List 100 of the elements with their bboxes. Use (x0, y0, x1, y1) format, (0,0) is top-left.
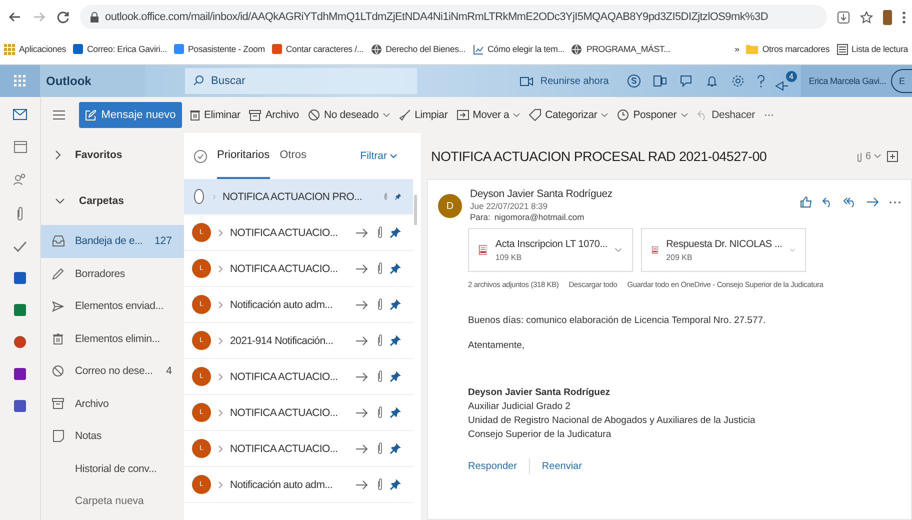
bookmark[interactable]: Contar caracteres /... (272, 44, 364, 54)
reading-list-button[interactable]: Lista de lectura (836, 44, 908, 54)
pin-icon[interactable] (390, 371, 401, 382)
folder-item[interactable]: Notas (41, 420, 184, 452)
back-button[interactable] (8, 10, 22, 24)
folder-item[interactable]: Correo no dese... 4 (41, 355, 184, 388)
undo-icon (696, 110, 708, 120)
folders-header[interactable]: Carpetas (79, 195, 124, 207)
announcements-button[interactable]: 4 (774, 71, 797, 91)
note-icon (52, 430, 64, 442)
tab[interactable]: Otros (280, 133, 306, 179)
new-message-button[interactable]: Mensaje nuevo (79, 102, 182, 128)
toolbar-button[interactable]: Archivo (249, 109, 299, 121)
pin-icon[interactable] (390, 443, 401, 454)
bookmark-folder[interactable]: Otros marcadores (746, 44, 830, 54)
forward-arrow-icon (356, 372, 368, 382)
mail-icon[interactable] (13, 109, 27, 120)
attachment-card[interactable]: Acta Inscripcion LT 1070... 109 KB (468, 228, 633, 272)
onenote-icon[interactable] (14, 368, 26, 380)
more-bookmarks-button[interactable]: » (734, 44, 740, 54)
install-icon[interactable] (837, 10, 850, 24)
recipient[interactable]: nigomora@hotmail.com (494, 212, 584, 222)
folder-item[interactable]: Borradores (41, 258, 184, 290)
meet-now-button[interactable]: Reunirse ahora (520, 76, 609, 86)
reply-all-icon[interactable] (843, 196, 857, 208)
folder-item[interactable]: Bandeja de e... 127 (41, 225, 184, 258)
toolbar-button[interactable]: Posponer (617, 109, 688, 121)
user-name[interactable]: Erica Marcela Gavi... (808, 76, 886, 86)
select-circle[interactable] (194, 189, 204, 204)
bell-icon[interactable] (704, 74, 719, 88)
expand-icon[interactable] (887, 150, 898, 162)
chevron-right-icon[interactable] (218, 408, 223, 416)
office-icon[interactable] (652, 74, 667, 88)
people-icon[interactable] (13, 173, 27, 186)
reply-link[interactable]: Responder (468, 460, 517, 472)
address-bar[interactable]: outlook.office.com/mail/inbox/id/AAQkAGRiYTdhMmQ1LTdmZjEtNDA4Ni1iNmRmLTRkMmE2ODc3YjI5MQAQAB8Y9pd3ZI5DIZjtzlOS9mk%3D (80, 5, 827, 29)
select-all-icon[interactable] (194, 150, 207, 162)
extension-icon[interactable] (883, 10, 892, 24)
search-field[interactable]: Buscar (185, 68, 417, 94)
chevron-right-icon[interactable] (218, 228, 223, 236)
sender-name[interactable]: Deyson Javier Santa Rodríguez (470, 188, 612, 200)
filter-button[interactable]: Filtrar (360, 150, 397, 162)
chevron-right-icon[interactable] (218, 336, 223, 344)
reload-button[interactable] (56, 10, 70, 24)
favorites-header[interactable]: Favoritos (75, 149, 122, 161)
chevron-down-icon (601, 113, 608, 117)
chevron-right-icon[interactable] (218, 480, 223, 488)
bookmark[interactable]: Correo: Erica Gaviri... (73, 44, 167, 54)
word-icon[interactable] (14, 272, 26, 284)
pin-icon[interactable] (390, 479, 401, 490)
chevron-right-icon[interactable] (218, 444, 223, 452)
pin-icon[interactable] (390, 407, 401, 418)
toolbar-button[interactable]: Categorizar (529, 109, 608, 121)
pin-icon[interactable] (390, 299, 401, 310)
forward-arrow-icon[interactable] (867, 197, 879, 207)
thumbs-up-icon[interactable] (800, 196, 812, 208)
toolbar-button[interactable]: Mover a (456, 109, 520, 121)
help-icon[interactable] (756, 74, 765, 88)
menu-icon[interactable] (902, 10, 906, 24)
calendar-icon[interactable] (14, 140, 26, 153)
star-icon[interactable] (860, 10, 873, 24)
folder-item[interactable]: Historial de conv... (41, 452, 184, 485)
feedback-icon[interactable] (678, 74, 693, 88)
bookmark[interactable]: Aplicaciones (4, 44, 66, 54)
bookmark[interactable]: Cómo elegir la tem... (472, 44, 564, 54)
message-item[interactable]: NOTIFICA ACTUACION PRO... (184, 179, 413, 215)
bookmark[interactable]: Derecho del Bienes... (370, 44, 466, 54)
toolbar-button[interactable]: Limpiar (398, 109, 448, 121)
folder-item[interactable]: Elementos elimin... (41, 322, 184, 355)
new-folder-link[interactable]: Carpeta nueva (75, 495, 144, 508)
pin-icon[interactable] (390, 227, 401, 238)
bookmark[interactable]: Posasistente - Zoom (174, 44, 265, 54)
chevron-right-icon[interactable] (218, 264, 223, 272)
more-icon[interactable] (889, 200, 901, 204)
pin-icon[interactable] (394, 191, 401, 202)
chevron-right-icon[interactable] (218, 372, 223, 380)
pin-icon[interactable] (390, 263, 401, 274)
checkmark-icon[interactable] (13, 241, 27, 252)
teams-icon[interactable] (14, 400, 26, 412)
chevron-down-icon[interactable] (615, 247, 622, 253)
skype-icon[interactable] (626, 74, 641, 88)
folder-item[interactable]: Elementos enviad... (41, 290, 184, 322)
attachment-card[interactable]: Respuesta Dr. NICOLAS ... 209 KB (641, 228, 806, 272)
toolbar-button[interactable]: Eliminar (190, 109, 240, 121)
toolbar-button[interactable]: No deseado (308, 109, 390, 121)
powerpoint-icon[interactable] (14, 336, 26, 348)
message-count[interactable]: 6 (857, 150, 881, 162)
paperclip-icon[interactable] (16, 206, 24, 221)
folder-item[interactable]: Archivo (41, 388, 184, 420)
menu-icon[interactable] (53, 110, 65, 120)
settings-icon[interactable] (730, 74, 745, 88)
reply-icon[interactable] (822, 196, 833, 208)
pin-icon[interactable] (390, 335, 401, 346)
chevron-down-icon[interactable] (790, 247, 795, 253)
chevron-right-icon[interactable] (218, 300, 223, 308)
forward-link[interactable]: Reenviar (542, 460, 582, 472)
bookmark[interactable]: PROGRAMA_MÁST... (571, 44, 670, 54)
app-name[interactable]: Outlook (40, 65, 145, 97)
more-button[interactable]: ··· (764, 109, 774, 121)
user-avatar[interactable]: E (891, 69, 912, 93)
